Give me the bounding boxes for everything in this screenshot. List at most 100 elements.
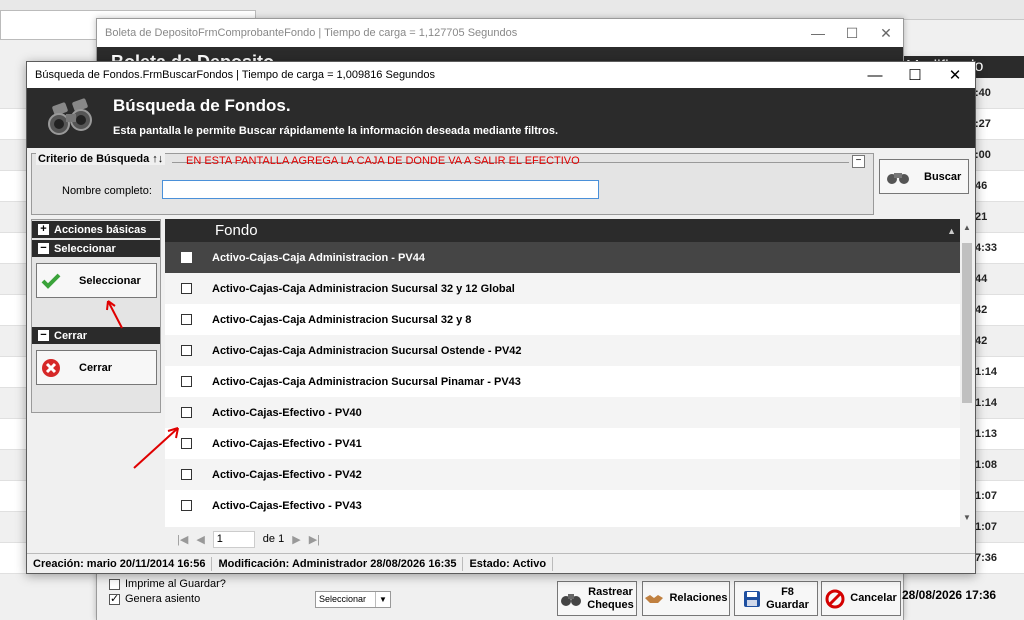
row-checkbox[interactable] bbox=[181, 314, 192, 325]
row-checkbox[interactable] bbox=[181, 469, 192, 480]
background-time: 46 bbox=[975, 180, 988, 192]
next-page-icon[interactable]: ▶ bbox=[292, 533, 300, 546]
select-section-label: Seleccionar bbox=[54, 242, 116, 255]
print-on-save-option[interactable]: Imprime al Guardar? bbox=[109, 578, 226, 590]
basic-actions-header[interactable]: + Acciones básicas bbox=[32, 221, 160, 238]
annotation-note: EN ESTA PANTALLA AGREGA LA CAJA DE DONDE… bbox=[186, 155, 580, 167]
column-header-label: Fondo bbox=[215, 222, 258, 239]
minimize-icon[interactable]: — bbox=[855, 67, 895, 84]
first-page-icon[interactable]: |◀ bbox=[177, 533, 188, 546]
select-section-header[interactable]: − Seleccionar bbox=[32, 240, 160, 257]
search-button-label: Buscar bbox=[924, 170, 962, 183]
select-dropdown[interactable]: Seleccionar ▼ bbox=[315, 591, 391, 608]
status-state: Estado: Activo bbox=[463, 556, 554, 571]
prev-page-icon[interactable]: ◀ bbox=[196, 533, 204, 546]
fund-name: Activo-Cajas-Caja Administracion Sucursa… bbox=[212, 375, 521, 388]
last-page-icon[interactable]: ▶| bbox=[309, 533, 320, 546]
print-on-save-label: Imprime al Guardar? bbox=[125, 578, 226, 590]
row-checkbox[interactable] bbox=[181, 438, 192, 449]
banner-title: Búsqueda de Fondos. bbox=[113, 96, 291, 115]
background-time: :27 bbox=[975, 118, 991, 130]
scroll-up-icon[interactable]: ▲ bbox=[960, 223, 974, 232]
save-button[interactable]: F8 Guardar bbox=[734, 581, 818, 616]
close-button-label: Cerrar bbox=[79, 361, 113, 374]
minimize-icon[interactable]: — bbox=[801, 25, 835, 41]
row-checkbox[interactable] bbox=[181, 345, 192, 356]
table-row[interactable]: Activo-Cajas-Efectivo - PV40 bbox=[165, 397, 960, 428]
background-time: 7:36 bbox=[975, 552, 998, 564]
basic-actions-label: Acciones básicas bbox=[54, 223, 147, 236]
fund-name: Activo-Cajas-Efectivo - PV43 bbox=[212, 499, 362, 512]
fund-search-title: Búsqueda de Fondos.FrmBuscarFondos | Tie… bbox=[35, 69, 436, 81]
table-row[interactable]: Activo-Cajas-Caja Administracion Sucursa… bbox=[165, 273, 960, 304]
row-checkbox[interactable] bbox=[181, 376, 192, 387]
table-row[interactable]: Activo-Cajas-Efectivo - PV43 bbox=[165, 490, 960, 521]
scroll-down-icon[interactable]: ▼ bbox=[960, 513, 974, 522]
fund-name: Activo-Cajas-Efectivo - PV40 bbox=[212, 406, 362, 419]
column-header-fondo[interactable]: Fondo ▲ bbox=[165, 219, 960, 242]
background-time: 42 bbox=[975, 335, 988, 347]
background-time: 1:14 bbox=[975, 397, 998, 409]
page-count-label: de 1 bbox=[262, 533, 285, 545]
table-row[interactable]: Activo-Cajas-Efectivo - PV41 bbox=[165, 428, 960, 459]
checkmark-icon bbox=[41, 273, 61, 289]
close-icon[interactable]: ✕ bbox=[869, 25, 903, 42]
fund-search-window: Búsqueda de Fondos.FrmBuscarFondos | Tie… bbox=[26, 61, 976, 574]
row-checkbox[interactable] bbox=[181, 283, 192, 294]
track-checks-button[interactable]: Rastrear Cheques bbox=[557, 581, 637, 616]
table-row[interactable]: Activo-Cajas-Caja Administracion Sucursa… bbox=[165, 304, 960, 335]
collapse-icon[interactable]: − bbox=[852, 155, 865, 168]
close-circle-icon bbox=[42, 358, 60, 377]
table-row[interactable]: Activo-Cajas-Caja Administracion Sucursa… bbox=[165, 366, 960, 397]
handshake-icon bbox=[645, 594, 664, 603]
deposit-window-title: Boleta de DepositoFrmComprobanteFondo | … bbox=[105, 27, 518, 39]
close-section-header[interactable]: − Cerrar bbox=[32, 327, 160, 344]
criteria-legend[interactable]: Criterio de Búsqueda ↑↓ bbox=[36, 153, 166, 165]
background-time: :40 bbox=[975, 87, 991, 99]
select-button[interactable]: Seleccionar bbox=[36, 263, 157, 298]
generate-seat-checkbox[interactable] bbox=[109, 592, 120, 605]
generate-seat-option[interactable]: Genera asiento bbox=[109, 592, 201, 605]
page-number-input[interactable]: 1 bbox=[212, 530, 255, 548]
row-checkbox[interactable] bbox=[181, 252, 192, 263]
status-bar: Creación: mario 20/11/2014 16:56 Modific… bbox=[27, 553, 975, 573]
grid-scrollbar[interactable]: ▲ ▼ bbox=[960, 219, 974, 527]
generate-seat-label: Genera asiento bbox=[125, 593, 201, 605]
row-checkbox[interactable] bbox=[181, 500, 192, 511]
status-created: Creación: mario 20/11/2014 16:56 bbox=[27, 556, 213, 571]
collapse-icon[interactable]: − bbox=[38, 330, 49, 341]
maximize-icon[interactable]: ☐ bbox=[835, 25, 869, 42]
relations-button[interactable]: Relaciones bbox=[642, 581, 730, 616]
table-row[interactable]: Activo-Cajas-Caja Administracion Sucursa… bbox=[165, 335, 960, 366]
print-on-save-checkbox[interactable] bbox=[109, 578, 120, 590]
grid-pager: |◀ ◀ 1 de 1 ▶ ▶| bbox=[165, 528, 960, 550]
status-modified: Modificación: Administrador 28/08/2026 1… bbox=[212, 556, 464, 571]
row-checkbox[interactable] bbox=[181, 407, 192, 418]
background-time: 1:13 bbox=[975, 428, 998, 440]
close-icon[interactable]: ✕ bbox=[935, 66, 975, 84]
select-dropdown-value: Seleccionar bbox=[319, 594, 367, 604]
scrollbar-thumb[interactable] bbox=[962, 243, 972, 403]
collapse-icon[interactable]: − bbox=[38, 243, 49, 254]
table-row[interactable]: Activo-Cajas-Caja Administracion - PV44 bbox=[165, 242, 960, 273]
funds-grid: Fondo ▲ Activo-Cajas-Caja Administracion… bbox=[165, 219, 960, 527]
full-name-input[interactable] bbox=[162, 180, 599, 199]
background-time: 21 bbox=[975, 211, 988, 223]
fund-name: Activo-Cajas-Caja Administracion - PV44 bbox=[212, 251, 425, 264]
actions-panel: + Acciones básicas − Seleccionar Selecci… bbox=[31, 219, 161, 413]
deposit-footer: Imprime al Guardar? Genera asiento Selec… bbox=[97, 575, 903, 620]
maximize-icon[interactable]: ☐ bbox=[895, 66, 935, 84]
chevron-down-icon[interactable]: ▼ bbox=[375, 592, 390, 607]
fund-name: Activo-Cajas-Efectivo - PV41 bbox=[212, 437, 362, 450]
background-time: :00 bbox=[975, 149, 991, 161]
table-row[interactable]: Activo-Cajas-Efectivo - PV42 bbox=[165, 459, 960, 490]
sort-up-icon[interactable]: ▲ bbox=[947, 220, 956, 243]
full-name-label: Nombre completo: bbox=[62, 185, 152, 197]
cancel-button[interactable]: Cancelar bbox=[821, 581, 901, 616]
search-button[interactable]: Buscar bbox=[879, 159, 969, 194]
close-button[interactable]: Cerrar bbox=[36, 350, 157, 385]
expand-icon[interactable]: + bbox=[38, 224, 49, 235]
save-label: F8 Guardar bbox=[766, 585, 809, 611]
cancel-icon bbox=[825, 589, 845, 608]
binoculars-icon bbox=[48, 98, 92, 135]
